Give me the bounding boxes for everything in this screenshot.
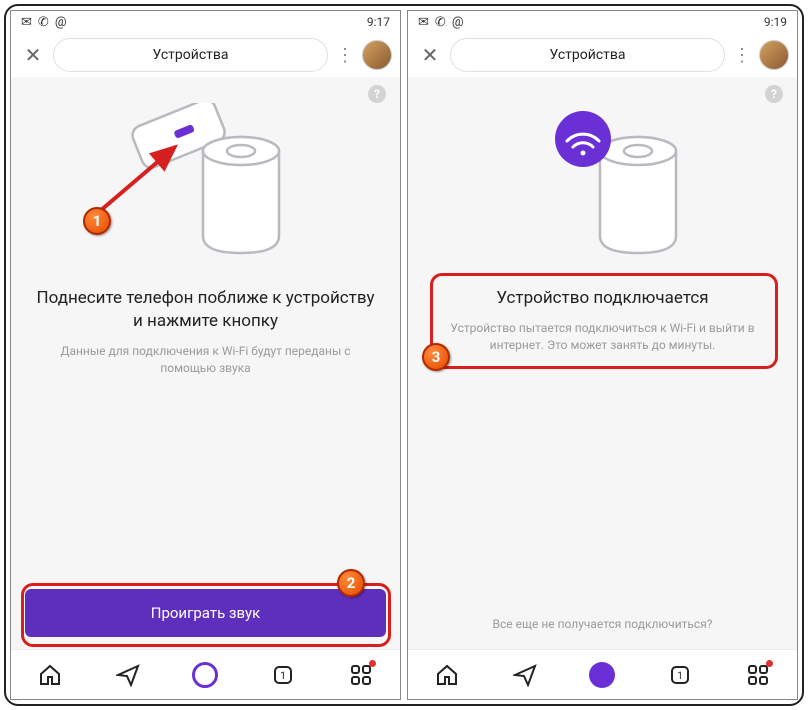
notification-dot-icon xyxy=(369,660,376,667)
status-bar: ✉ ✆ @ 9:19 xyxy=(408,11,797,33)
header-title-pill[interactable]: Устройства xyxy=(53,38,328,72)
subtext: Данные для подключения к Wi-Fi будут пер… xyxy=(25,343,386,378)
at-icon: @ xyxy=(55,15,67,30)
avatar[interactable] xyxy=(362,40,392,70)
app-header: ✕ Устройства ⋮ xyxy=(11,33,400,77)
at-icon: @ xyxy=(452,15,464,30)
status-bar: ✉ ✆ @ 9:17 xyxy=(11,11,400,33)
menu-dots-icon[interactable]: ⋮ xyxy=(334,45,356,66)
close-button[interactable]: ✕ xyxy=(416,41,444,69)
nav-alice-icon[interactable] xyxy=(589,662,615,688)
nav-services-icon[interactable] xyxy=(348,662,374,688)
svg-text:1: 1 xyxy=(280,671,286,682)
subtext: Устройство пытается подключиться к Wi-Fi… xyxy=(422,320,783,355)
nav-alice-icon[interactable] xyxy=(192,662,218,688)
illustration-phone-speaker xyxy=(25,93,386,273)
whatsapp-icon: ✆ xyxy=(38,15,49,30)
illustration-wifi-speaker xyxy=(422,93,783,273)
dual-screenshot-frame: ✉ ✆ @ 9:17 ✕ Устройства ⋮ ? xyxy=(4,4,804,706)
screen-body: ? xyxy=(408,77,797,649)
app-header: ✕ Устройства ⋮ xyxy=(408,33,797,77)
header-title: Устройства xyxy=(152,47,228,63)
nav-tabs-icon[interactable]: 1 xyxy=(270,662,296,688)
menu-dots-icon[interactable]: ⋮ xyxy=(731,45,753,66)
screen-body: ? xyxy=(11,77,400,649)
play-sound-button[interactable]: Проиграть звук xyxy=(25,589,386,637)
status-time: 9:17 xyxy=(367,15,390,29)
screen-left: ✉ ✆ @ 9:17 ✕ Устройства ⋮ ? xyxy=(10,10,401,700)
help-icon[interactable]: ? xyxy=(368,85,386,103)
status-left-icons: ✉ ✆ @ xyxy=(418,15,464,30)
mail-icon: ✉ xyxy=(418,15,429,30)
whatsapp-icon: ✆ xyxy=(435,15,446,30)
nav-home-icon[interactable] xyxy=(434,662,460,688)
header-title-pill[interactable]: Устройства xyxy=(450,38,725,72)
mail-icon: ✉ xyxy=(21,15,32,30)
help-icon[interactable]: ? xyxy=(765,85,783,103)
close-button[interactable]: ✕ xyxy=(19,41,47,69)
nav-send-icon[interactable] xyxy=(115,662,141,688)
still-trouble-link[interactable]: Все еще не получается подключиться? xyxy=(422,617,783,631)
bottom-navbar: 1 xyxy=(408,649,797,699)
play-sound-label: Проиграть звук xyxy=(151,604,261,622)
status-time: 9:19 xyxy=(764,15,787,29)
nav-services-icon[interactable] xyxy=(745,662,771,688)
status-left-icons: ✉ ✆ @ xyxy=(21,15,67,30)
screen-right: ✉ ✆ @ 9:19 ✕ Устройства ⋮ ? xyxy=(407,10,798,700)
notification-dot-icon xyxy=(766,660,773,667)
nav-home-icon[interactable] xyxy=(37,662,63,688)
headline: Устройство подключается xyxy=(422,287,783,310)
nav-tabs-icon[interactable]: 1 xyxy=(667,662,693,688)
header-title: Устройства xyxy=(549,47,625,63)
svg-text:1: 1 xyxy=(677,671,683,682)
headline: Поднесите телефон поближе к устройству и… xyxy=(25,287,386,333)
nav-send-icon[interactable] xyxy=(512,662,538,688)
avatar[interactable] xyxy=(759,40,789,70)
bottom-navbar: 1 xyxy=(11,649,400,699)
